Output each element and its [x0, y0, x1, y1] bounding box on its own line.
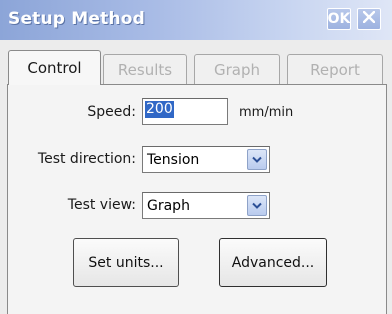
ok-label: OK: [327, 11, 351, 27]
close-icon: [362, 10, 376, 27]
tab-label: Graph: [213, 60, 260, 79]
chevron-down-icon[interactable]: [247, 195, 267, 216]
tab-results[interactable]: Results: [103, 54, 187, 84]
tab-graph[interactable]: Graph: [194, 54, 280, 84]
test-view-value: Graph: [147, 198, 190, 214]
speed-label: Speed:: [87, 104, 136, 120]
test-direction-value: Tension: [147, 152, 200, 168]
test-view-label: Test view:: [67, 197, 136, 213]
advanced-label: Advanced...: [231, 254, 315, 271]
ok-button[interactable]: OK: [327, 8, 351, 30]
tab-label: Report: [310, 60, 360, 79]
setup-method-window: Setup Method OK Control Results Graph Re…: [0, 0, 392, 314]
window-title: Setup Method: [8, 9, 146, 29]
speed-value: 200: [145, 101, 174, 118]
set-units-button[interactable]: Set units...: [73, 238, 179, 287]
tab-report[interactable]: Report: [287, 54, 383, 84]
title-bar[interactable]: Setup Method OK: [0, 0, 392, 40]
test-direction-select[interactable]: Tension: [142, 146, 270, 173]
speed-input[interactable]: 200: [142, 98, 228, 125]
close-button[interactable]: [357, 8, 381, 30]
tab-label: Control: [27, 59, 82, 77]
tab-control[interactable]: Control: [8, 50, 101, 85]
test-view-select[interactable]: Graph: [142, 192, 270, 219]
speed-unit: mm/min: [239, 105, 294, 120]
chevron-down-icon[interactable]: [247, 149, 267, 170]
set-units-label: Set units...: [88, 254, 164, 271]
tab-label: Results: [117, 60, 173, 79]
advanced-button[interactable]: Advanced...: [219, 238, 327, 287]
test-direction-label: Test direction:: [37, 151, 136, 167]
